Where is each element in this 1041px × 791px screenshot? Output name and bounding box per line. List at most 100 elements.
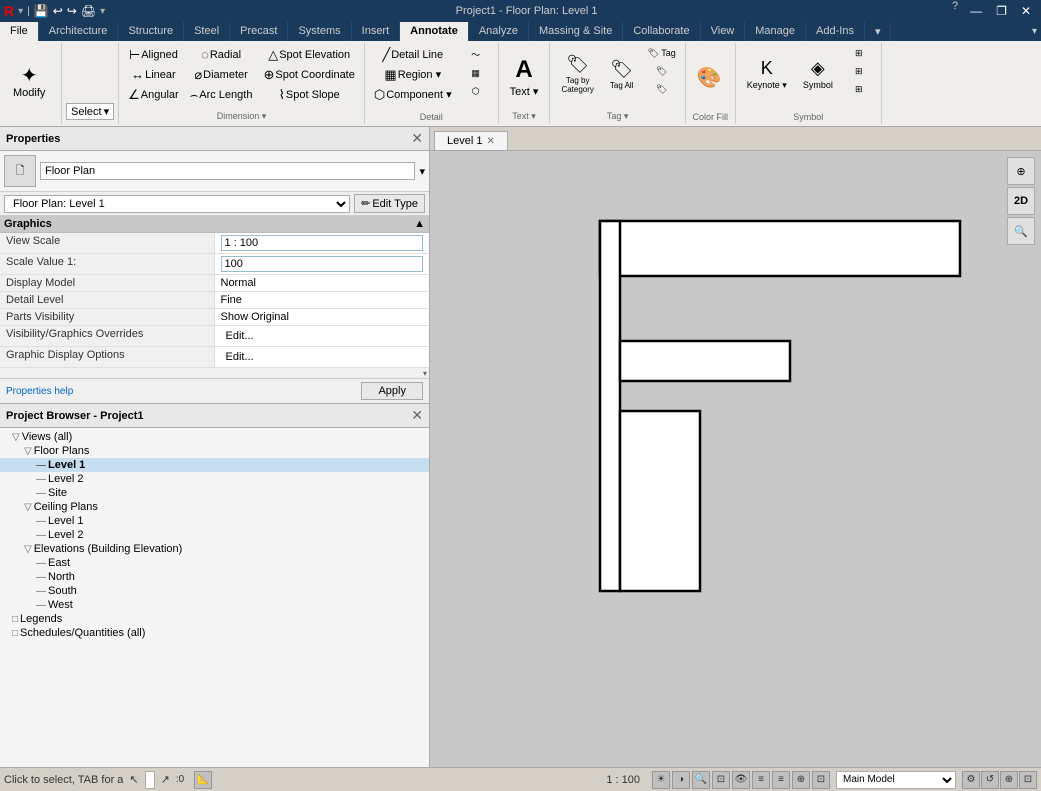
tab-insert[interactable]: Insert xyxy=(352,22,401,41)
print-icon[interactable]: 🖨 xyxy=(81,4,96,18)
canvas-tab-level1[interactable]: Level 1 ✕ xyxy=(434,131,508,150)
tag-all-button[interactable]: 🏷 Tag All xyxy=(603,45,641,103)
text-button[interactable]: A Text ▾ xyxy=(503,48,546,106)
detail-line-button[interactable]: ╱ Detail Line xyxy=(369,45,457,64)
arc-length-button[interactable]: ⌢ Arc Length xyxy=(185,85,258,104)
view-level-dropdown[interactable]: Floor Plan: Level 1 xyxy=(4,195,350,213)
extra-btn3[interactable]: ⊞ xyxy=(841,81,877,98)
multi-tag-button[interactable]: 🏷 xyxy=(642,81,680,98)
graphics-section-header[interactable]: Graphics ▲ xyxy=(0,216,429,233)
tab-manage[interactable]: Manage xyxy=(745,22,806,41)
nav-wheel-button[interactable]: ⊕ xyxy=(1007,157,1035,185)
extra-btn2[interactable]: ⊞ xyxy=(841,63,877,80)
undo-icon[interactable]: ↩ xyxy=(53,4,63,18)
type-dropdown[interactable]: Floor Plan xyxy=(40,162,415,180)
tree-item-north[interactable]: — North xyxy=(0,570,429,584)
spot-elevation-button[interactable]: △ Spot Elevation xyxy=(258,45,359,64)
tab-systems[interactable]: Systems xyxy=(288,22,351,41)
vg-overrides-button[interactable]: Edit... xyxy=(221,328,424,344)
tab-file[interactable]: File xyxy=(0,22,39,41)
diameter-button[interactable]: ⌀ Diameter xyxy=(185,65,258,84)
tab-structure[interactable]: Structure xyxy=(118,22,184,41)
sun-icon[interactable]: ☀ xyxy=(652,771,670,789)
help-icon[interactable]: ? xyxy=(948,0,962,22)
minimize-button[interactable]: — xyxy=(964,0,988,22)
view-scale-input[interactable] xyxy=(221,235,424,251)
keynote-button[interactable]: K Keynote ▾ xyxy=(740,45,794,103)
highlight-icon[interactable]: ⊡ xyxy=(812,771,830,789)
tree-item-level2-ceiling[interactable]: — Level 2 xyxy=(0,528,429,542)
tree-item-level1-floor[interactable]: — Level 1 xyxy=(0,458,429,472)
extra-btn1[interactable]: ⊞ xyxy=(841,45,877,62)
spot-slope-button[interactable]: ⌇ Spot Slope xyxy=(258,85,359,104)
tree-item-floor-plans[interactable]: ▽ Floor Plans xyxy=(0,444,429,458)
tree-item-level2-floor[interactable]: — Level 2 xyxy=(0,472,429,486)
more-detail-button[interactable]: ⬡ xyxy=(458,83,494,100)
tab-collaborate[interactable]: Collaborate xyxy=(623,22,700,41)
modify-button[interactable]: ✦ Modify xyxy=(6,54,52,112)
color-fill-button[interactable]: 🎨 xyxy=(690,49,729,107)
workshare-icon[interactable]: 📐 xyxy=(194,771,212,789)
tab-steel[interactable]: Steel xyxy=(184,22,230,41)
temp-hide-icon[interactable]: ⊕ xyxy=(792,771,810,789)
tab-analyze[interactable]: Analyze xyxy=(469,22,529,41)
settings-icon2[interactable]: ⚙ xyxy=(962,771,980,789)
radial-button[interactable]: ◌ Radial xyxy=(185,45,258,64)
render-icon[interactable]: 🔍 xyxy=(692,771,710,789)
crop-icon[interactable]: ⊡ xyxy=(712,771,730,789)
tree-item-views-all[interactable]: ▽ Views (all) xyxy=(0,430,429,444)
tree-item-east[interactable]: — East xyxy=(0,556,429,570)
tab-view[interactable]: View xyxy=(701,22,746,41)
tab-massing[interactable]: Massing & Site xyxy=(529,22,623,41)
sync-icon[interactable]: ↺ xyxy=(981,771,999,789)
canvas-main[interactable]: ⊕ 2D 🔍 xyxy=(430,151,1041,767)
tag-by-category-button[interactable]: 🏷 Tag byCategory xyxy=(554,45,600,103)
component-button[interactable]: ⬡ Component ▾ xyxy=(369,85,457,104)
tree-item-south[interactable]: — South xyxy=(0,584,429,598)
tab-annotate[interactable]: Annotate xyxy=(400,22,469,41)
tree-item-ceiling-plans[interactable]: ▽ Ceiling Plans xyxy=(0,500,429,514)
tree-item-site[interactable]: — Site xyxy=(0,486,429,500)
close-button[interactable]: ✕ xyxy=(1015,0,1037,22)
tree-item-west[interactable]: — West xyxy=(0,598,429,612)
tab-architecture[interactable]: Architecture xyxy=(39,22,119,41)
tab-addins[interactable]: Add-Ins xyxy=(806,22,865,41)
tree-item-elevations[interactable]: ▽ Elevations (Building Elevation) xyxy=(0,542,429,556)
material-tag-button[interactable]: 🏷 xyxy=(642,63,680,80)
linear-button[interactable]: ↔ Linear xyxy=(123,65,184,84)
scale-value-input[interactable] xyxy=(221,256,424,272)
symbol-button[interactable]: ◈ Symbol xyxy=(796,45,840,103)
ribbon-minimize-icon[interactable]: ▾ xyxy=(1032,26,1037,37)
type-dropdown-arrow[interactable]: ▾ xyxy=(419,165,425,178)
select-dropdown[interactable]: Select ▾ xyxy=(66,103,114,120)
canvas-tab-close[interactable]: ✕ xyxy=(486,136,494,147)
tab-more[interactable]: ▾ xyxy=(865,22,892,41)
cloud-icon[interactable]: ⊕ xyxy=(1000,771,1018,789)
properties-close-button[interactable]: ✕ xyxy=(411,130,423,147)
project-browser-close-button[interactable]: ✕ xyxy=(411,407,423,424)
model-selector[interactable]: Main Model xyxy=(836,771,956,789)
thin-lines-icon[interactable]: ≡ xyxy=(752,771,770,789)
reveal-icon[interactable]: ≡ xyxy=(772,771,790,789)
shadow-icon[interactable]: ◑ xyxy=(672,771,690,789)
hide-icon[interactable]: 👁 xyxy=(732,771,750,789)
tree-item-level1-ceiling[interactable]: — Level 1 xyxy=(0,514,429,528)
redo-icon[interactable]: ↪ xyxy=(67,4,77,18)
angular-button[interactable]: ∠ Angular xyxy=(123,85,184,104)
tag-button[interactable]: 🏷 Tag xyxy=(642,45,680,62)
tree-item-schedules[interactable]: □ Schedules/Quantities (all) xyxy=(0,626,429,640)
tree-item-legends[interactable]: □ Legends xyxy=(0,612,429,626)
zoom-2d-button[interactable]: 2D xyxy=(1007,187,1035,215)
graphic-display-button[interactable]: Edit... xyxy=(221,349,424,365)
insulation-button[interactable]: 〜 xyxy=(458,45,494,64)
zoom-fit-button[interactable]: 🔍 xyxy=(1007,217,1035,245)
aligned-button[interactable]: ⊢ Aligned xyxy=(123,45,184,64)
edit-type-button[interactable]: ✏ Edit Type xyxy=(354,194,425,213)
save-icon[interactable]: 💾 xyxy=(34,4,49,18)
restore-button[interactable]: ❐ xyxy=(990,0,1013,22)
region-button[interactable]: ▦ Region ▾ xyxy=(369,65,457,84)
link-icon[interactable]: ⊡ xyxy=(1019,771,1037,789)
spot-coordinate-button[interactable]: ⊕ Spot Coordinate xyxy=(258,65,359,84)
tab-precast[interactable]: Precast xyxy=(230,22,288,41)
fill-region-button[interactable]: ▦ xyxy=(458,65,494,82)
